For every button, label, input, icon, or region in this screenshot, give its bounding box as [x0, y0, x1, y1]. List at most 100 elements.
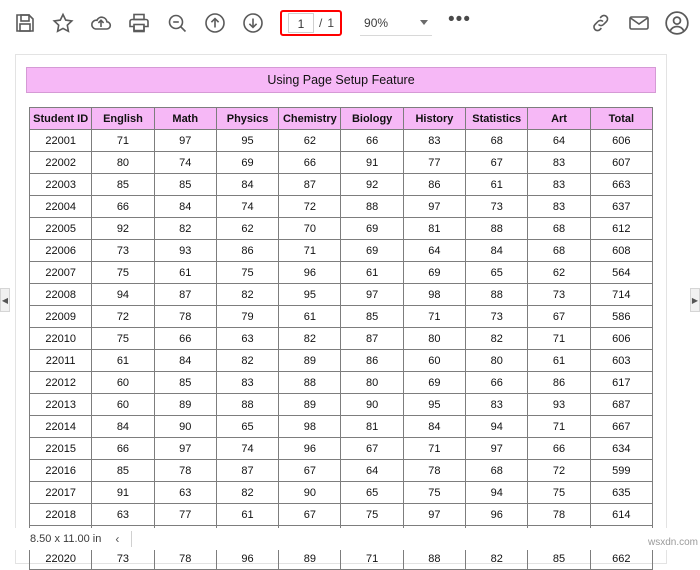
cell-score: 69 [340, 239, 404, 262]
table-row: 22002 80 74 69 66 91 77 67 83 607 [28, 151, 654, 174]
cell-score: 662 [589, 547, 654, 570]
cell-score: 87 [153, 283, 217, 306]
cell-student-id: 22018 [28, 503, 93, 526]
favorite-star-icon[interactable] [44, 4, 82, 42]
arrow-down-circle-icon[interactable] [234, 4, 272, 42]
cell-student-id: 22006 [28, 239, 93, 262]
cell-student-id: 22017 [28, 481, 93, 504]
cell-score: 65 [340, 481, 404, 504]
cell-score: 69 [215, 151, 280, 174]
cell-score: 606 [589, 327, 654, 350]
table-row: 22014 84 90 65 98 81 84 94 71 667 [28, 415, 654, 438]
table-row: 22015 66 97 74 96 67 71 97 66 634 [28, 437, 654, 460]
cell-score: 98 [402, 283, 467, 306]
grades-table-body: 22001 71 97 95 62 66 83 68 64 606 22002 80 74 69 66 91 7… [28, 129, 654, 570]
arrow-up-circle-icon[interactable] [196, 4, 234, 42]
cell-student-id: 22020 [28, 547, 93, 570]
cell-score: 89 [278, 393, 342, 416]
toolbar: 1 / 1 90% ••• [0, 0, 700, 46]
cell-score: 61 [465, 173, 529, 196]
document-viewport[interactable]: Using Page Setup Feature Student ID Engl… [0, 46, 700, 570]
search-zoom-icon[interactable] [158, 4, 196, 42]
next-page-arrow[interactable]: ▶ [690, 288, 700, 312]
col-header-statistics: Statistics [465, 107, 529, 130]
cell-score: 64 [340, 459, 404, 482]
cell-score: 60 [91, 393, 155, 416]
cell-score: 83 [465, 393, 529, 416]
cell-score: 634 [589, 437, 654, 460]
table-row: 22010 75 66 63 82 87 80 82 71 606 [28, 327, 654, 350]
cell-score: 72 [91, 305, 155, 328]
cell-score: 96 [278, 261, 342, 284]
cell-student-id: 22014 [28, 415, 93, 438]
cell-student-id: 22011 [28, 349, 93, 372]
cell-score: 72 [527, 459, 591, 482]
cell-score: 635 [589, 481, 654, 504]
cell-score: 80 [402, 327, 467, 350]
cell-score: 73 [465, 195, 529, 218]
cell-score: 89 [153, 393, 217, 416]
cell-score: 85 [340, 305, 404, 328]
zoom-selector[interactable]: 90% [360, 11, 433, 36]
cell-score: 66 [465, 371, 529, 394]
chevron-down-icon [420, 20, 429, 25]
collapse-chevron-icon[interactable]: ‹ [115, 532, 119, 546]
cell-score: 77 [402, 151, 467, 174]
cell-score: 70 [278, 217, 342, 240]
table-row: 22020 73 78 96 89 71 88 82 85 662 [28, 547, 654, 570]
cell-score: 612 [589, 217, 654, 240]
mail-icon[interactable] [620, 4, 658, 42]
more-options-button[interactable]: ••• [448, 10, 471, 31]
cell-score: 97 [153, 129, 217, 152]
print-icon[interactable] [120, 4, 158, 42]
cell-score: 606 [589, 129, 654, 152]
cell-score: 67 [278, 459, 342, 482]
cell-score: 74 [153, 151, 217, 174]
upload-cloud-icon[interactable] [82, 4, 120, 42]
cell-student-id: 22016 [28, 459, 93, 482]
cell-score: 71 [402, 437, 467, 460]
cell-score: 73 [91, 239, 155, 262]
cell-score: 83 [527, 173, 591, 196]
cell-score: 86 [527, 371, 591, 394]
cell-score: 564 [589, 261, 654, 284]
cell-score: 83 [402, 129, 467, 152]
cell-score: 78 [153, 547, 217, 570]
cell-score: 89 [278, 349, 342, 372]
cell-score: 86 [340, 349, 404, 372]
cell-score: 88 [340, 195, 404, 218]
account-icon[interactable] [658, 4, 696, 42]
cell-score: 92 [91, 217, 155, 240]
cell-score: 82 [215, 481, 280, 504]
cell-score: 88 [215, 393, 280, 416]
col-header-biology: Biology [340, 107, 404, 130]
cell-score: 92 [340, 173, 404, 196]
previous-page-arrow[interactable]: ◀ [0, 288, 10, 312]
cell-score: 94 [465, 481, 529, 504]
cell-score: 66 [91, 437, 155, 460]
cell-score: 90 [340, 393, 404, 416]
cell-score: 75 [402, 481, 467, 504]
cell-score: 87 [278, 173, 342, 196]
cell-score: 85 [527, 547, 591, 570]
col-header-student-id: Student ID [28, 107, 93, 130]
cell-student-id: 22001 [28, 129, 93, 152]
table-row: 22005 92 82 62 70 69 81 88 68 612 [28, 217, 654, 240]
cell-score: 667 [589, 415, 654, 438]
save-icon[interactable] [6, 4, 44, 42]
cell-score: 82 [153, 217, 217, 240]
current-page-input[interactable]: 1 [288, 13, 314, 33]
cell-score: 64 [527, 129, 591, 152]
cell-score: 72 [278, 195, 342, 218]
link-edit-icon[interactable] [582, 4, 620, 42]
cell-score: 83 [527, 195, 591, 218]
cell-score: 67 [527, 305, 591, 328]
cell-score: 81 [402, 217, 467, 240]
cell-student-id: 22009 [28, 305, 93, 328]
cell-score: 714 [589, 283, 654, 306]
cell-score: 61 [340, 261, 404, 284]
cell-score: 68 [527, 239, 591, 262]
cell-score: 78 [153, 459, 217, 482]
cell-score: 75 [527, 481, 591, 504]
cell-score: 61 [153, 261, 217, 284]
